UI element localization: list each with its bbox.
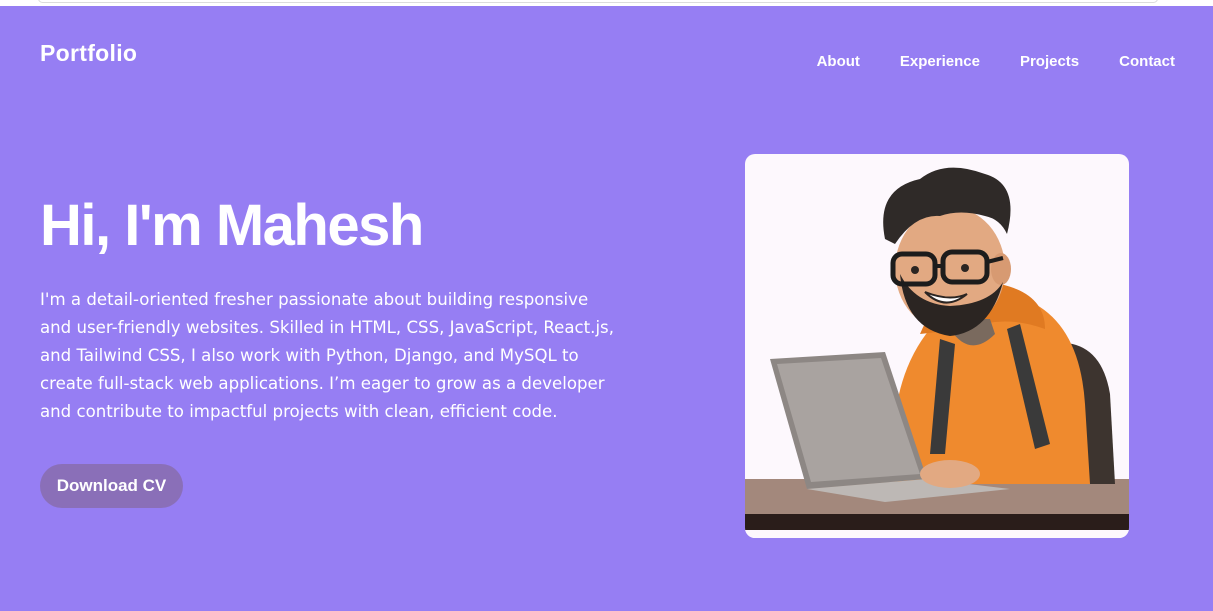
address-bar-edge xyxy=(38,0,1158,3)
download-cv-button[interactable]: Download CV xyxy=(40,464,183,508)
browser-top-strip xyxy=(0,0,1213,6)
nav-about[interactable]: About xyxy=(817,53,860,70)
hero-description: I'm a detail-oriented fresher passionate… xyxy=(40,290,614,421)
main-nav: About Experience Projects Contact xyxy=(817,53,1175,70)
hero-title: Hi, I'm Mahesh xyxy=(40,193,424,258)
site-logo[interactable]: Portfolio xyxy=(40,40,137,67)
developer-avatar-illustration xyxy=(745,154,1129,538)
nav-projects[interactable]: Projects xyxy=(1020,53,1079,70)
nav-contact[interactable]: Contact xyxy=(1119,53,1175,70)
developer-avatar-icon xyxy=(745,167,1129,538)
nav-experience[interactable]: Experience xyxy=(900,53,980,70)
